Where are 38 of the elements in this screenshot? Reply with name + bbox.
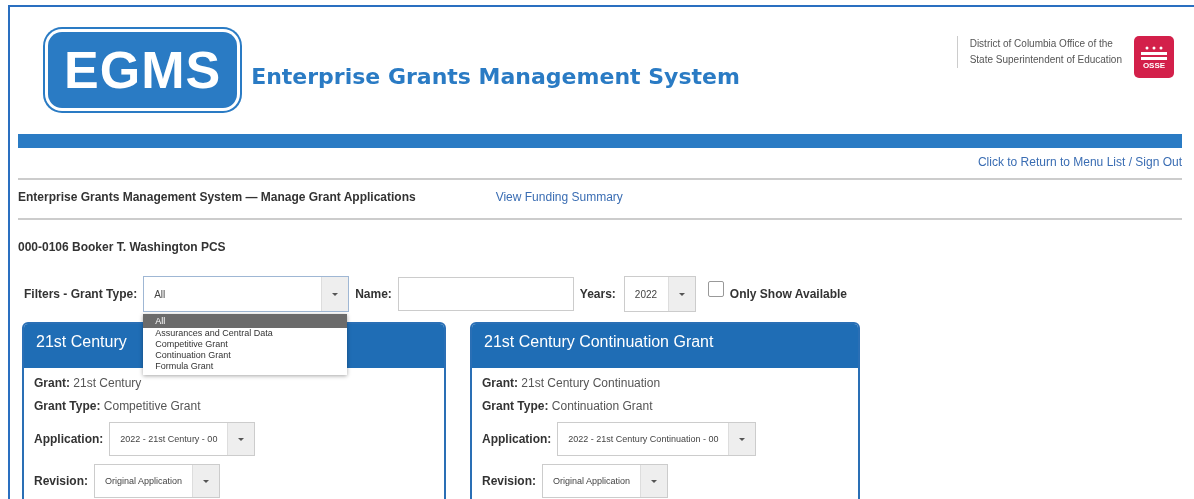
application-select[interactable]: 2022 - 21st Century - 00	[109, 422, 256, 456]
site-title: Enterprise Grants Management System	[251, 64, 740, 89]
caret-icon	[667, 277, 695, 311]
osse-logo: OSSE	[1134, 36, 1174, 78]
page-heading: Enterprise Grants Management System — Manage Grant Applications	[18, 190, 416, 204]
caret-icon	[321, 277, 349, 311]
caret-icon	[192, 465, 220, 497]
only-available-checkbox[interactable]	[707, 281, 724, 297]
dropdown-option[interactable]: Assurances and Central Data	[143, 328, 348, 339]
revision-select[interactable]: Original Application	[94, 464, 221, 498]
name-label: Name:	[355, 287, 392, 301]
years-select[interactable]: 2022	[623, 276, 696, 312]
dropdown-option[interactable]: Competitive Grant	[143, 339, 348, 350]
application-label: Application:	[482, 432, 552, 446]
card-title: 21st Century Continuation Grant	[472, 324, 858, 368]
revision-label: Revision:	[482, 474, 536, 488]
caret-icon	[640, 465, 668, 497]
only-available-label: Only Show Available	[729, 287, 847, 301]
dropdown-option[interactable]: Continuation Grant	[143, 350, 348, 361]
application-label: Application:	[34, 432, 104, 446]
revision-select[interactable]: Original Application	[542, 464, 669, 498]
application-select[interactable]: 2022 - 21st Century Continuation - 00	[557, 422, 757, 456]
grant-type: Grant Type: Competitive Grant	[34, 398, 202, 415]
caret-icon	[728, 423, 756, 455]
grant-type-select[interactable]: All	[143, 276, 350, 312]
dropdown-option[interactable]: All	[143, 314, 348, 328]
revision-label: Revision:	[34, 474, 88, 488]
agency-name: District of Columbia Office of the State Superintendent of Education	[956, 36, 1122, 68]
caret-icon	[227, 423, 255, 455]
grant-name: Grant: 21st Century Continuation	[482, 375, 662, 392]
name-field[interactable]	[397, 277, 574, 311]
organization-name: 000-0106 Booker T. Washington PCS	[18, 239, 227, 254]
funding-summary-link[interactable]: View Funding Summary	[495, 190, 623, 204]
grant-type-label: Filters - Grant Type:	[24, 287, 138, 301]
years-label: Years:	[579, 287, 616, 301]
grant-name: Grant: 21st Century	[34, 375, 143, 392]
menu-signout-link[interactable]: Click to Return to Menu List / Sign Out	[977, 155, 1182, 169]
grant-type: Grant Type: Continuation Grant	[482, 398, 654, 415]
